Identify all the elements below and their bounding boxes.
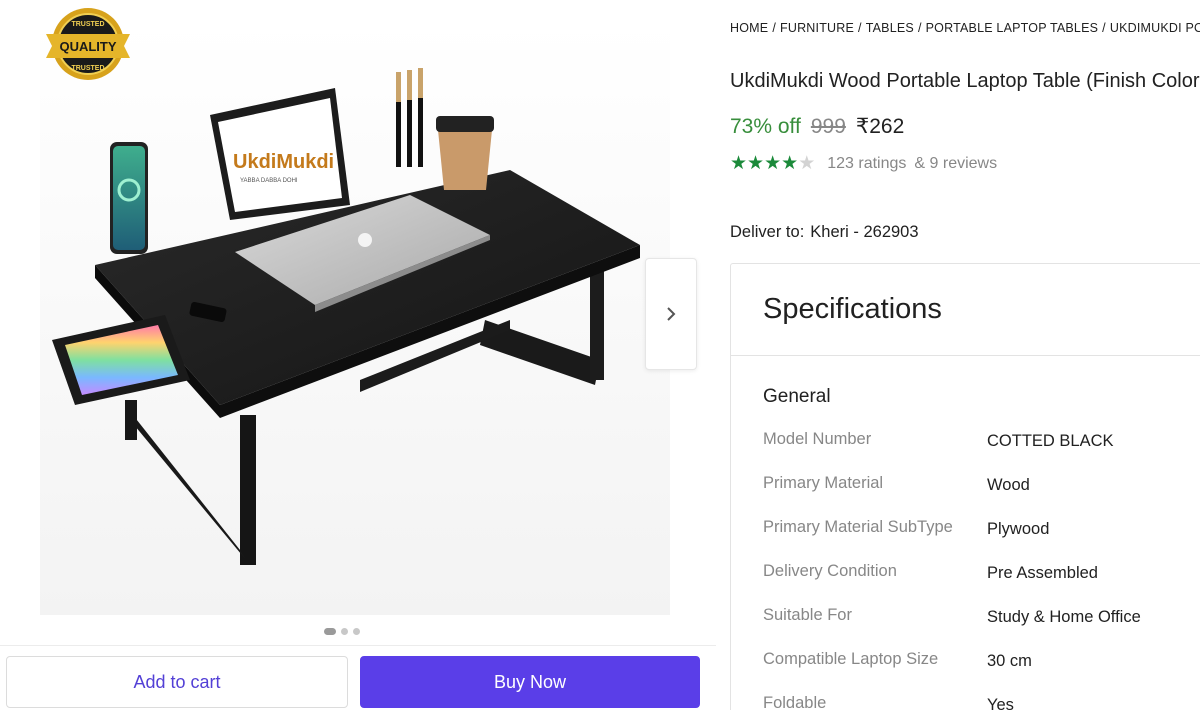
badge-bottom-text: TRUSTED — [71, 65, 104, 72]
specifications-title: Specifications — [763, 293, 942, 325]
spec-key: Delivery Condition — [763, 562, 897, 580]
star-icon: ★ — [798, 153, 816, 174]
spec-key: Model Number — [763, 430, 872, 448]
spec-row: Foldable Yes — [763, 694, 1200, 710]
breadcrumb-home[interactable]: HOME — [730, 21, 768, 35]
specifications-card: Specifications General Model Number COTTE… — [730, 263, 1200, 710]
breadcrumb-portable-laptop-tables[interactable]: PORTABLE LAPTOP TABLES — [926, 21, 1099, 35]
spec-table: Model Number COTTED BLACK Primary Materia… — [763, 430, 1200, 710]
delivery-location[interactable]: Deliver to: Kheri - 262903 — [730, 223, 919, 242]
spec-value: 30 cm — [987, 652, 1032, 670]
badge-main-text: QUALITY — [59, 39, 116, 54]
spec-value: Plywood — [987, 520, 1050, 538]
spec-value: Yes — [987, 696, 1014, 710]
specifications-header: Specifications — [731, 264, 1200, 356]
breadcrumb-furniture[interactable]: FURNITURE — [780, 21, 854, 35]
deliver-place: Kheri - 262903 — [810, 223, 919, 241]
product-gallery: UkdiMukdi YABBA DABBA DOHI TRUSTED QUALI… — [0, 0, 716, 710]
spec-key: Foldable — [763, 694, 827, 710]
price-row: 73% off 999 ₹262 — [730, 114, 904, 139]
spec-row: Suitable For Study & Home Office — [763, 606, 1200, 650]
spec-key: Primary Material — [763, 474, 884, 492]
badge-top-text: TRUSTED — [71, 21, 104, 28]
spec-value: COTTED BLACK — [987, 432, 1114, 450]
price-text: ₹262 — [855, 115, 905, 138]
spec-value: Pre Assembled — [987, 564, 1098, 582]
breadcrumb-tables[interactable]: TABLES — [866, 21, 914, 35]
rating-stars: ★ ★ ★ ★ ★ — [730, 154, 815, 173]
spec-value: Study & Home Office — [987, 608, 1141, 626]
spec-key: Suitable For — [763, 606, 852, 624]
breadcrumb-brand[interactable]: UKDIMUKDI PORTABLE LAPTOP TABLES — [1110, 21, 1200, 35]
quality-badge-icon: TRUSTED QUALITY TRUSTED — [46, 8, 130, 80]
carousel-dot[interactable] — [353, 628, 360, 635]
next-image-button[interactable] — [645, 258, 697, 370]
ratings-count[interactable]: 123 ratings — [827, 155, 906, 173]
spec-row: Primary Material SubType Plywood — [763, 518, 1200, 562]
star-icon: ★ — [747, 153, 765, 174]
product-image[interactable]: UkdiMukdi YABBA DABBA DOHI — [40, 20, 670, 615]
buy-now-button[interactable]: Buy Now — [360, 656, 700, 708]
spec-row: Primary Material Wood — [763, 474, 1200, 518]
carousel-dot[interactable] — [324, 628, 336, 635]
spec-row: Model Number COTTED BLACK — [763, 430, 1200, 474]
spec-key: Compatible Laptop Size — [763, 650, 939, 668]
carousel-dot[interactable] — [341, 628, 348, 635]
star-icon: ★ — [730, 153, 748, 174]
carousel-dots — [324, 628, 360, 635]
brand-tagline: YABBA DABBA DOHI — [240, 178, 298, 184]
rating-row: ★ ★ ★ ★ ★ 123 ratings & 9 reviews — [730, 154, 997, 173]
breadcrumb: HOME / FURNITURE / TABLES / PORTABLE LAPTOP TA… — [730, 21, 1200, 35]
mrp-text: 999 — [810, 115, 846, 138]
star-icon: ★ — [764, 153, 782, 174]
add-to-cart-button[interactable]: Add to cart — [6, 656, 348, 708]
brand-logo-text: UkdiMukdi — [233, 151, 334, 173]
product-title: UkdiMukdi Wood Portable Laptop Table (Fi… — [730, 70, 1200, 92]
spec-section-title: General — [763, 386, 831, 407]
product-details: HOME / FURNITURE / TABLES / PORTABLE LAPTOP TA… — [730, 0, 1200, 710]
chevron-right-icon — [667, 307, 676, 321]
reviews-count[interactable]: & 9 reviews — [914, 155, 997, 173]
star-icon: ★ — [781, 153, 799, 174]
spec-row: Compatible Laptop Size 30 cm — [763, 650, 1200, 694]
deliver-label: Deliver to: — [730, 223, 805, 241]
action-bar: Add to cart Buy Now — [0, 645, 716, 710]
spec-row: Delivery Condition Pre Assembled — [763, 562, 1200, 606]
spec-key: Primary Material SubType — [763, 518, 953, 536]
discount-text: 73% off — [730, 115, 801, 138]
spec-value: Wood — [987, 476, 1030, 494]
